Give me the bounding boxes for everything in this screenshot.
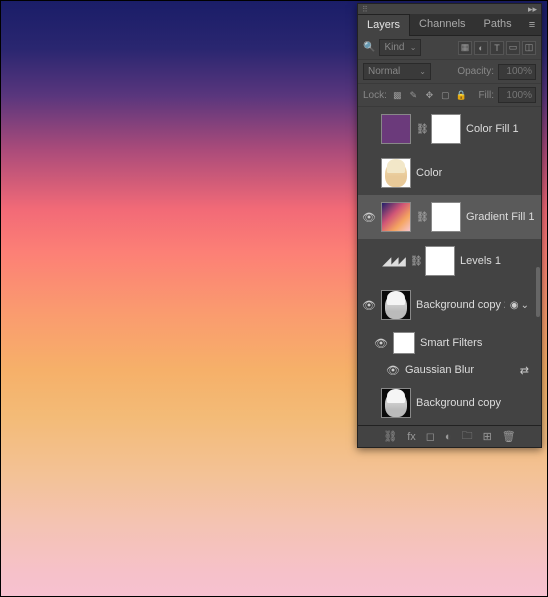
layer-thumbnail[interactable] [381,202,411,232]
smart-object-icon: ◉ [510,300,519,311]
search-icon: 🔍 [363,42,375,53]
trash-icon[interactable]: 🗑 [502,430,516,443]
link-layers-icon[interactable]: ⛓ [383,430,397,443]
lock-row: Lock: ▩ ✎ ✥ ▢ 🔒 Fill: 100% [358,84,541,107]
layer-name[interactable]: Background copy [416,397,501,409]
filter-shape-icon[interactable]: ▭ [506,41,520,55]
layer-mask[interactable] [431,202,461,232]
panel-grip-icon: ⠿ [362,5,367,14]
layer-name[interactable]: Color Fill 1 [466,123,519,135]
tab-paths[interactable]: Paths [475,14,521,35]
layer-thumbnail[interactable] [381,158,411,188]
panel-tabs: Layers Channels Paths ≡ [358,14,541,36]
filter-pixel-icon[interactable]: ▦ [458,41,472,55]
layer-row-bgcopy[interactable]: 👁 Background copy [358,381,541,425]
panel-topbar[interactable]: ⠿ ▸▸ [358,4,541,14]
opacity-label: Opacity: [457,66,494,77]
lock-position-icon[interactable]: ✥ [423,89,436,102]
layer-name[interactable]: Levels 1 [460,255,501,267]
layer-filter-row: 🔍 Kind ⌄ ▦ ◐ T ▭ ◫ [358,36,541,60]
link-icon: ⛓ [416,212,426,223]
blend-mode-dropdown[interactable]: Normal ⌄ [363,63,431,80]
group-icon[interactable]: 🗀 [462,427,473,446]
lock-artboard-icon[interactable]: ▢ [439,89,452,102]
layer-row-bgcopy2[interactable]: 👁 Background copy 2 ◉⌄ [358,283,541,327]
panel-menu-icon[interactable]: ≡ [523,14,541,35]
panel-collapse-icon[interactable]: ▸▸ [528,4,537,15]
filter-type-icon[interactable]: T [490,41,504,55]
link-icon: ⛓ [410,256,420,267]
filter-settings-icon[interactable]: ⇄ [520,364,537,377]
layers-list: 👁 ⛓ Color Fill 1 👁 Color 👁 ⛓ Gradient Fi… [358,107,541,425]
chevron-down-icon: ⌄ [419,67,426,76]
visibility-toggle[interactable]: 👁 [374,336,388,350]
mask-icon[interactable]: ◻ [426,430,435,443]
layer-name[interactable]: Smart Filters [420,337,482,349]
smart-object-indicator[interactable]: ◉⌄ [510,300,537,311]
visibility-toggle[interactable]: 👁 [362,166,376,180]
visibility-toggle[interactable]: 👁 [362,298,376,312]
layer-mask[interactable] [431,114,461,144]
link-icon: ⛓ [416,124,426,135]
fill-label: Fill: [478,90,494,101]
layer-mask[interactable] [425,246,455,276]
lock-paint-icon[interactable]: ✎ [407,89,420,102]
layer-thumbnail[interactable] [381,290,411,320]
visibility-toggle[interactable]: 👁 [362,396,376,410]
layer-row-colorfill1[interactable]: 👁 ⛓ Color Fill 1 [358,107,541,151]
filter-mask[interactable] [393,332,415,354]
lock-label: Lock: [363,90,387,101]
opacity-field[interactable]: 100% [498,64,536,80]
filter-smart-icon[interactable]: ◫ [522,41,536,55]
visibility-toggle[interactable]: 👁 [362,122,376,136]
chevron-down-icon: ⌄ [521,300,529,311]
adjustment-icon[interactable]: ◐ [445,431,452,443]
layer-row-gradientfill1[interactable]: 👁 ⛓ Gradient Fill 1 [358,195,541,239]
blend-row: Normal ⌄ Opacity: 100% [358,60,541,84]
layer-thumbnail[interactable] [381,388,411,418]
scrollbar[interactable] [536,267,540,317]
panel-footer: ⛓ fx ◻ ◐ 🗀 ⊞ 🗑 [358,425,541,447]
visibility-toggle[interactable]: 👁 [362,210,376,224]
lock-transparent-icon[interactable]: ▩ [391,89,404,102]
chevron-down-icon: ⌄ [410,43,417,52]
filter-adjust-icon[interactable]: ◐ [474,41,488,55]
new-layer-icon[interactable]: ⊞ [483,430,492,443]
filter-kind-label: Kind [384,42,404,53]
visibility-toggle[interactable]: 👁 [386,363,400,377]
fx-icon[interactable]: fx [407,431,416,443]
tab-channels[interactable]: Channels [410,14,474,35]
layer-row-levels1[interactable]: 👁 ◢◢◢ ⛓ Levels 1 [358,239,541,283]
lock-all-icon[interactable]: 🔒 [455,89,468,102]
layer-thumbnail[interactable]: ◢◢◢ [381,249,405,273]
layer-name[interactable]: Gradient Fill 1 [466,211,534,223]
fill-field[interactable]: 100% [498,87,536,103]
layer-row-smartfilters[interactable]: 👁 Smart Filters [358,327,541,359]
layers-panel: ⠿ ▸▸ Layers Channels Paths ≡ 🔍 Kind ⌄ ▦ … [357,3,542,448]
tab-layers[interactable]: Layers [358,14,410,36]
layer-thumbnail[interactable] [381,114,411,144]
filter-kind-dropdown[interactable]: Kind ⌄ [379,39,421,56]
layer-name[interactable]: Color [416,167,442,179]
visibility-toggle[interactable]: 👁 [362,254,376,268]
blend-mode-value: Normal [368,66,400,77]
layer-name[interactable]: Gaussian Blur [405,364,474,376]
layer-row-color[interactable]: 👁 Color [358,151,541,195]
layer-name[interactable]: Background copy 2 [416,299,505,311]
levels-icon: ◢◢◢ [382,254,404,268]
layer-row-gaussianblur[interactable]: 👁 Gaussian Blur ⇄ [358,359,541,381]
